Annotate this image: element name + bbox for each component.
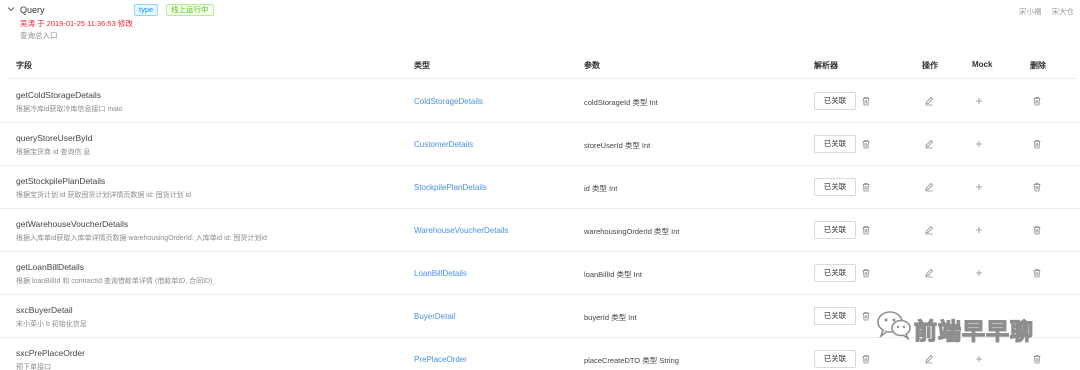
header-divider [8,78,1076,79]
column-header-field: 字段 [16,61,32,70]
user-list: 宋小福 宋大仓 [1009,6,1074,17]
edit-icon[interactable] [924,354,934,364]
edit-icon[interactable] [924,139,934,149]
field-type-link[interactable]: WarehouseVoucherDetails [414,226,508,235]
query-header: Query type 线上运行中 吴涛 于 2019-01-25 11:36:5… [0,0,1080,44]
field-name: sxcPrePlaceOrder [16,348,85,358]
plus-icon[interactable] [974,182,984,192]
field-type-link[interactable]: CustomerDetails [414,140,473,149]
field-description: 根据冷库id获取冷库信息接口 miao [16,106,123,113]
table-row: queryStoreUserById 根据宝货商 id 查询信 息 Custom… [0,123,1080,166]
field-description: 根据宝货商 id 查询信 息 [16,149,91,156]
trash-icon[interactable] [861,139,871,149]
field-type-link[interactable]: PrePlaceOrder [414,355,467,364]
column-header-mock: Mock [972,60,993,69]
trash-icon[interactable] [861,268,871,278]
watermark-text: 前端早早聊 [913,318,1034,345]
field-type-link[interactable]: ColdStorageDetails [414,97,483,106]
linked-resolver-button[interactable]: 已关联 [814,264,856,282]
status-tag: 线上运行中 [166,4,214,16]
trash-icon[interactable] [861,354,871,364]
field-type-link[interactable]: StockpilePlanDetails [414,183,487,192]
field-param: loanBillId 类型 Int [584,270,642,279]
field-param: coldStorageId 类型 Int [584,98,658,107]
field-param: buyerId 类型 Int [584,313,637,322]
trash-icon[interactable] [1032,225,1042,235]
field-description: 根据入库单id获取入库单详情页数据 warehousingOrderId: 入库… [16,235,267,242]
trash-icon[interactable] [1032,139,1042,149]
table-row: getColdStorageDetails 根据冷库id获取冷库信息接口 mia… [0,80,1080,123]
table-row: getStockpilePlanDetails 根据宝货计划 id 获取囤货计划… [0,166,1080,209]
field-description: 根据宝货计划 id 获取囤货计划详情页数据 id: 囤货计划 id [16,192,192,199]
field-description: 根据 loanBillId 和 contractId 查询借款单详情 (借款单I… [16,278,213,285]
linked-resolver-button[interactable]: 已关联 [814,135,856,153]
field-type-link[interactable]: BuyerDetail [414,312,455,321]
user-name: 宋小福 [1019,7,1042,16]
plus-icon[interactable] [974,139,984,149]
type-tag: type [134,4,159,16]
field-param: storeUserId 类型 Int [584,141,651,150]
plus-icon[interactable] [974,225,984,235]
edit-icon[interactable] [924,225,934,235]
linked-resolver-button[interactable]: 已关联 [814,92,856,110]
field-param: id 类型 Int [584,184,618,193]
field-name: queryStoreUserById [16,133,93,143]
table-row: getWarehouseVoucherDetails 根据入库单id获取入库单详… [0,209,1080,252]
column-header-type: 类型 [414,61,430,70]
trash-icon[interactable] [861,96,871,106]
trash-icon[interactable] [861,182,871,192]
column-header-param: 参数 [584,61,600,70]
field-name: getStockpilePlanDetails [16,176,106,186]
query-description: 查询总入口 [20,31,58,40]
query-title: Query [20,5,45,15]
chevron-down-icon[interactable] [6,4,16,14]
modified-info: 吴涛 于 2019-01-25 11:36:53 修改 [20,19,133,28]
field-name: sxcBuyerDetail [16,305,73,315]
edit-icon[interactable] [924,182,934,192]
field-name: getWarehouseVoucherDetails [16,219,129,229]
plus-icon[interactable] [974,354,984,364]
column-header-delete: 删除 [1030,61,1046,70]
field-param: placeCreateDTO 类型 String [584,356,679,365]
column-header-operation: 操作 [922,61,938,70]
wechat-icon [876,310,912,340]
trash-icon[interactable] [861,225,871,235]
field-type-link[interactable]: LoanBillDetails [414,269,467,278]
linked-resolver-button[interactable]: 已关联 [814,307,856,325]
plus-icon[interactable] [974,268,984,278]
edit-icon[interactable] [924,268,934,278]
linked-resolver-button[interactable]: 已关联 [814,221,856,239]
table-row: getLoanBillDetails 根据 loanBillId 和 contr… [0,252,1080,295]
trash-icon[interactable] [1032,182,1042,192]
watermark: 前端早早聊 [876,306,1066,346]
plus-icon[interactable] [974,96,984,106]
linked-resolver-button[interactable]: 已关联 [814,350,856,368]
edit-icon[interactable] [924,96,934,106]
field-name: getColdStorageDetails [16,90,102,100]
column-header-resolver: 解析器 [814,61,838,70]
trash-icon[interactable] [1032,354,1042,364]
trash-icon[interactable] [1032,96,1042,106]
field-name: getLoanBillDetails [16,262,85,272]
field-description: 宋小菜小 b 初始化信息 [16,321,87,328]
trash-icon[interactable] [861,311,871,321]
field-param: warehousingOrderId 类型 Int [584,227,680,236]
user-name: 宋大仓 [1051,7,1075,16]
linked-resolver-button[interactable]: 已关联 [814,178,856,196]
field-description: 预下单接口 [16,364,51,370]
trash-icon[interactable] [1032,268,1042,278]
